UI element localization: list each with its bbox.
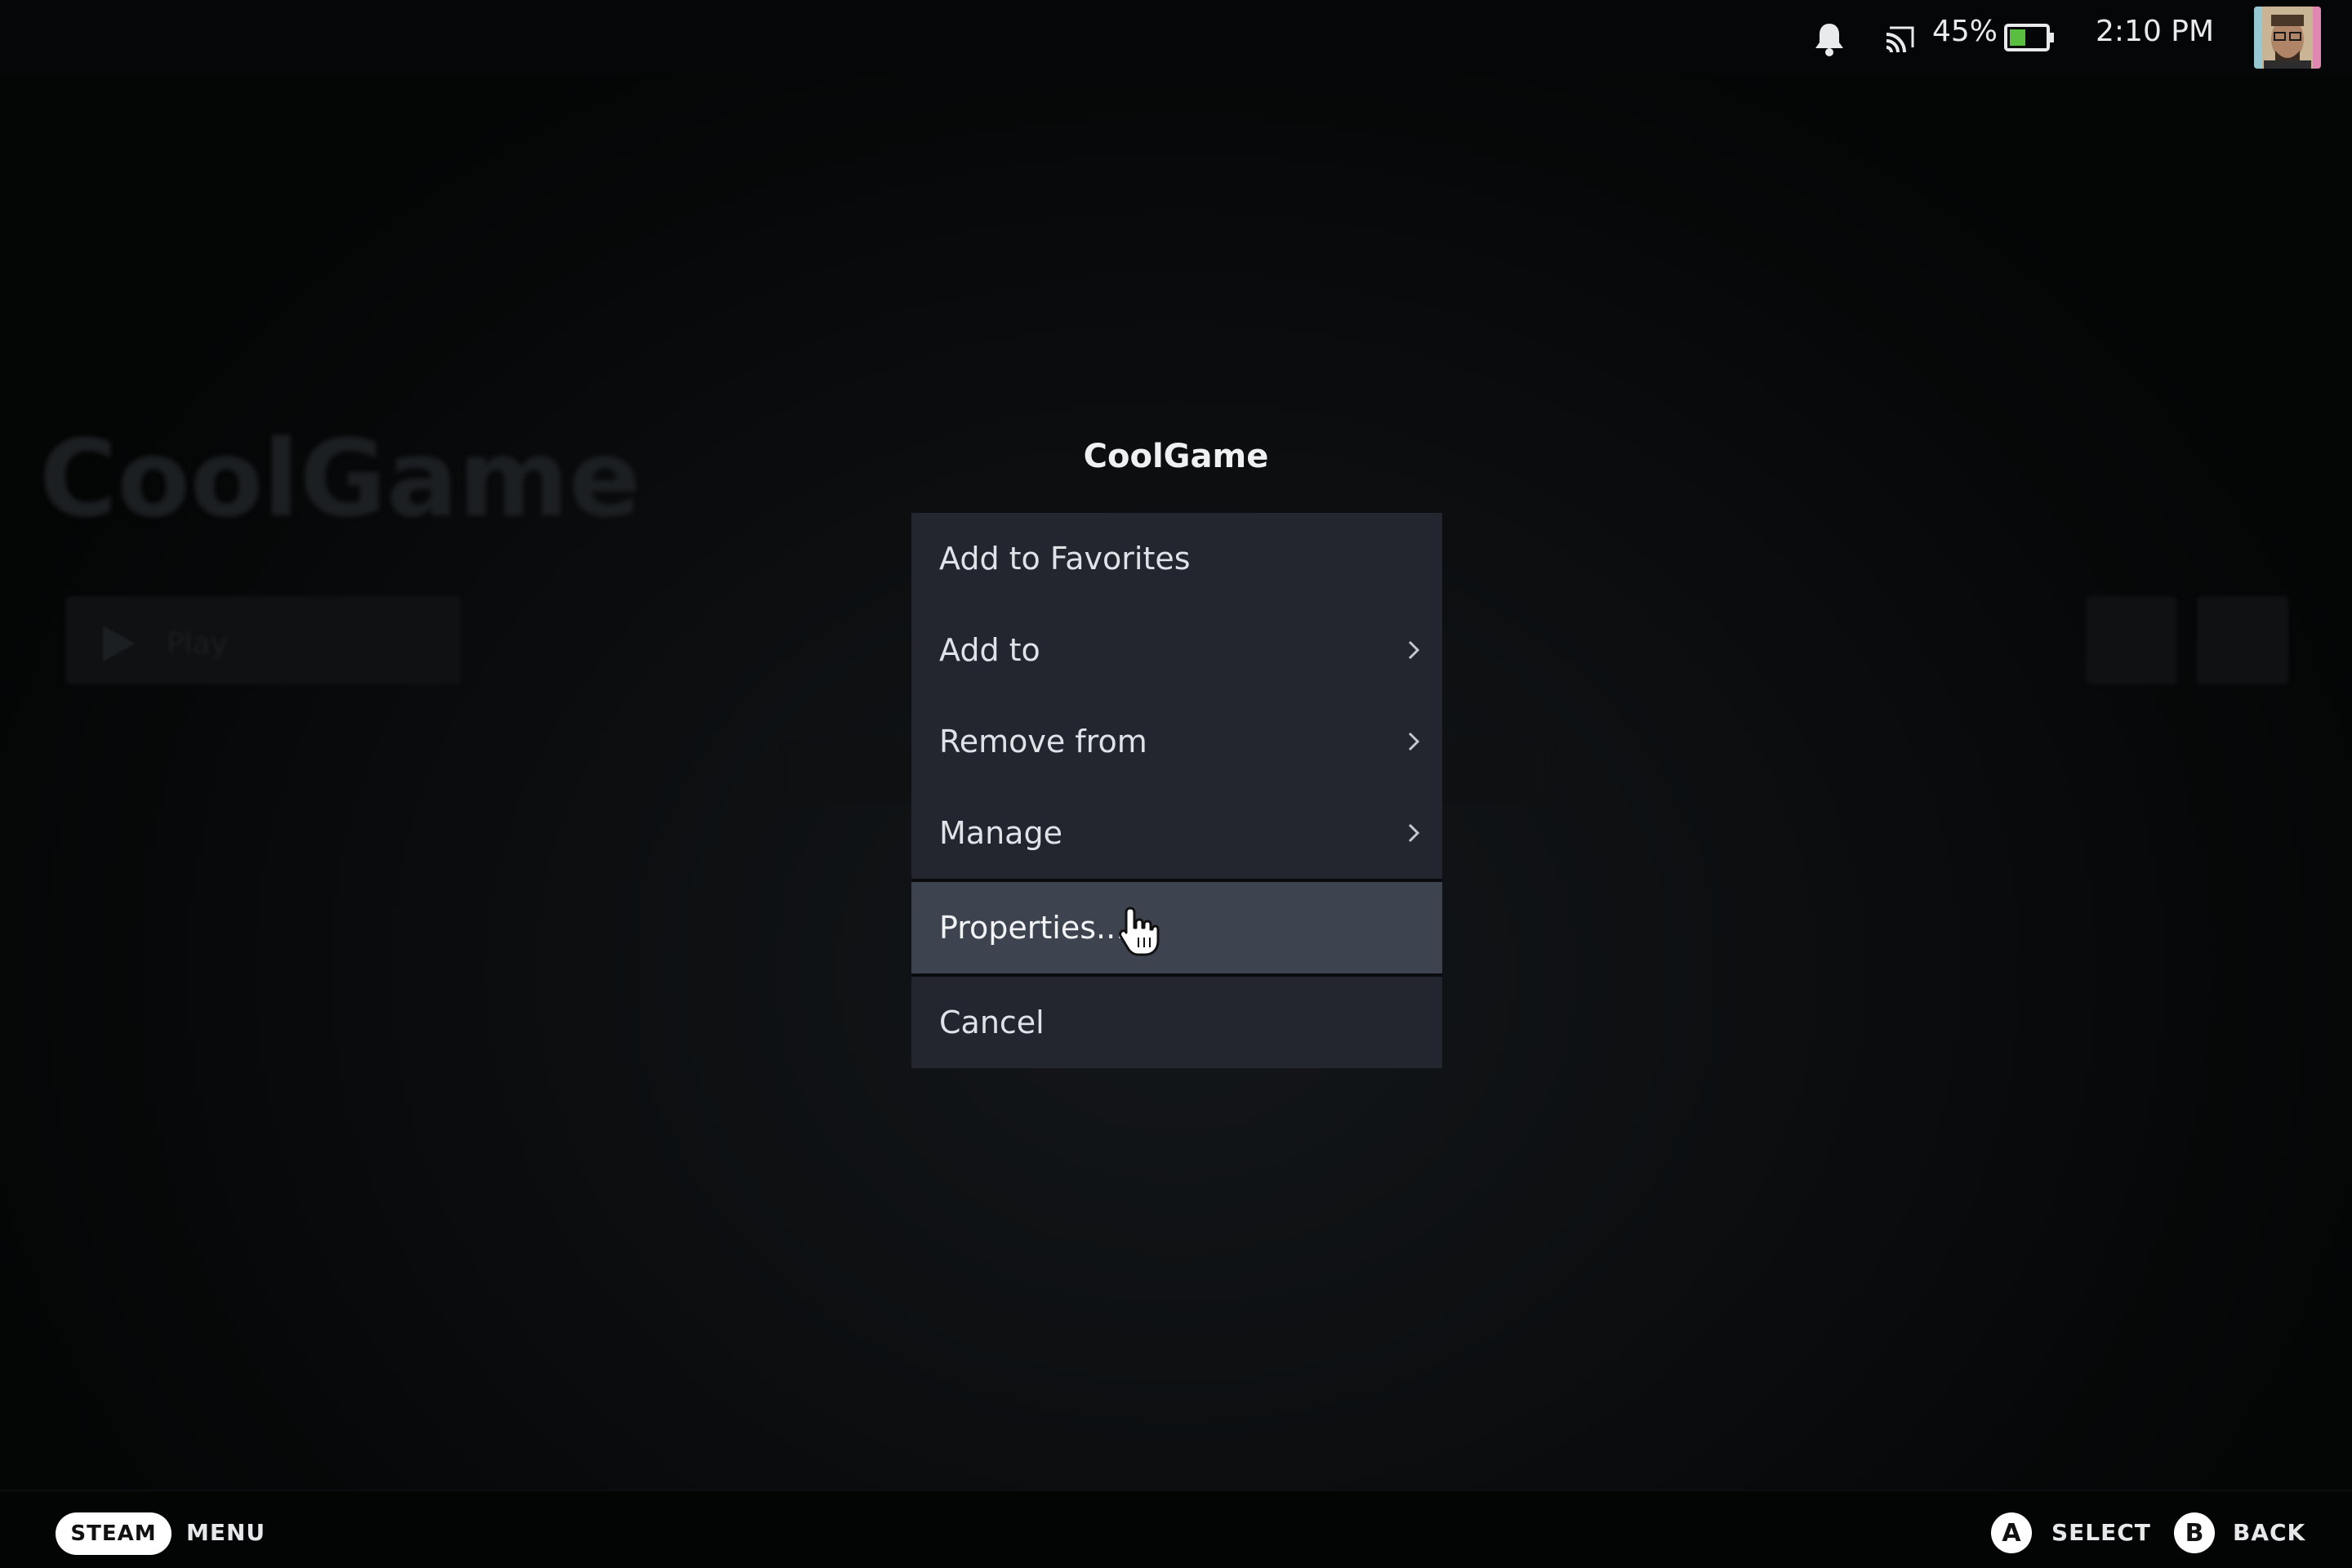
menu-item-label: Remove from bbox=[939, 724, 1147, 760]
clock: 2:10 PM bbox=[2096, 15, 2215, 48]
background-play-icon bbox=[103, 626, 136, 662]
bell-icon[interactable] bbox=[1813, 21, 1846, 57]
status-bar: 45% 2:10 PM bbox=[0, 0, 2352, 75]
chevron-right-icon bbox=[1408, 732, 1420, 751]
a-button-glyph[interactable]: A bbox=[1991, 1512, 2032, 1553]
menu-item-cancel[interactable]: Cancel bbox=[911, 977, 1442, 1068]
menu-label: MENU bbox=[186, 1519, 266, 1546]
menu-item-label: Cancel bbox=[939, 1004, 1045, 1040]
chevron-right-icon bbox=[1408, 640, 1420, 660]
background-settings-button bbox=[2197, 596, 2288, 684]
background-controller-button bbox=[2086, 596, 2177, 684]
context-menu-title: CoolGame bbox=[1083, 438, 1269, 475]
background-game-title: CoolGame bbox=[39, 416, 641, 541]
chevron-right-icon bbox=[1408, 823, 1420, 843]
battery-percent: 45% bbox=[1932, 15, 1998, 48]
menu-item-properties[interactable]: Properties... bbox=[911, 882, 1442, 973]
background-play-label: Play bbox=[167, 627, 229, 661]
steam-button[interactable]: STEAM bbox=[56, 1512, 172, 1555]
steam-deck-screen: CoolGame Play 45% 2:10 PM CoolGame Add t… bbox=[0, 0, 2352, 1568]
menu-item-label: Add to bbox=[939, 632, 1040, 668]
cast-icon bbox=[1886, 26, 1914, 53]
context-menu: Add to Favorites Add to Remove from Mana… bbox=[911, 513, 1442, 1068]
menu-item-add-to[interactable]: Add to bbox=[911, 604, 1442, 696]
back-label: BACK bbox=[2233, 1519, 2306, 1546]
b-button-glyph[interactable]: B bbox=[2174, 1512, 2215, 1553]
footer-bar: STEAM MENU A SELECT B BACK bbox=[0, 1490, 2352, 1568]
menu-item-manage[interactable]: Manage bbox=[911, 787, 1442, 879]
menu-item-label: Manage bbox=[939, 815, 1062, 851]
menu-item-label: Add to Favorites bbox=[939, 541, 1191, 577]
avatar-portrait-icon bbox=[2254, 7, 2321, 69]
hand-pointer-icon bbox=[1119, 906, 1160, 956]
battery-icon bbox=[2004, 24, 2054, 51]
menu-item-label: Properties... bbox=[939, 910, 1126, 946]
select-label: SELECT bbox=[2051, 1519, 2151, 1546]
avatar[interactable] bbox=[2254, 7, 2321, 69]
menu-item-remove-from[interactable]: Remove from bbox=[911, 696, 1442, 787]
menu-item-add-to-favorites[interactable]: Add to Favorites bbox=[911, 513, 1442, 604]
